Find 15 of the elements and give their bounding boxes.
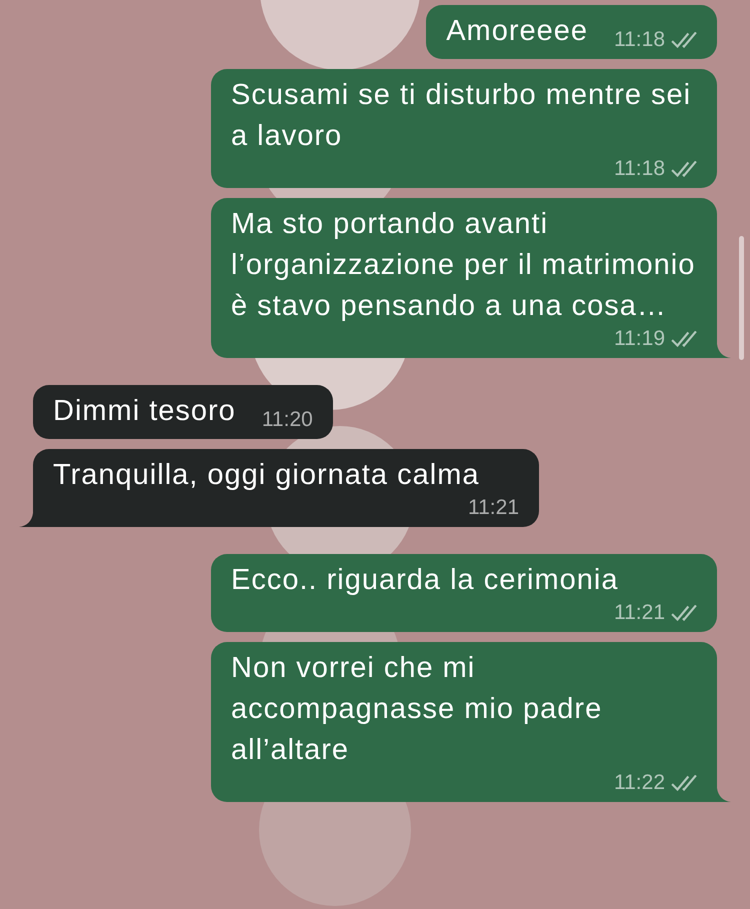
message-text: Ecco.. riguarda la cerimonia xyxy=(231,563,618,598)
message-time: 11:22 xyxy=(614,771,665,795)
message-text: Dimmi tesoro xyxy=(53,394,236,429)
scroll-bar[interactable] xyxy=(739,236,744,360)
message-time: 11:18 xyxy=(614,28,665,52)
message-text: Amoreeee xyxy=(446,14,588,49)
message-text: Tranquilla, oggi giornata calma xyxy=(53,458,480,493)
message-time: 11:20 xyxy=(262,408,313,432)
message-time: 11:21 xyxy=(614,601,665,625)
message-time: 11:19 xyxy=(614,327,665,351)
message-text: Non vorrei che mi accompagnasse mio padre all’altare xyxy=(231,651,604,768)
message-text: Scusami se ti disturbo mentre sei a lavoro xyxy=(231,78,692,154)
message-time: 11:21 xyxy=(468,496,519,520)
message-time: 11:18 xyxy=(614,157,665,181)
message-text: Ma sto portando avanti l’organizzazione per il matrimonio è stavo pensando a una cosa… xyxy=(231,207,696,324)
